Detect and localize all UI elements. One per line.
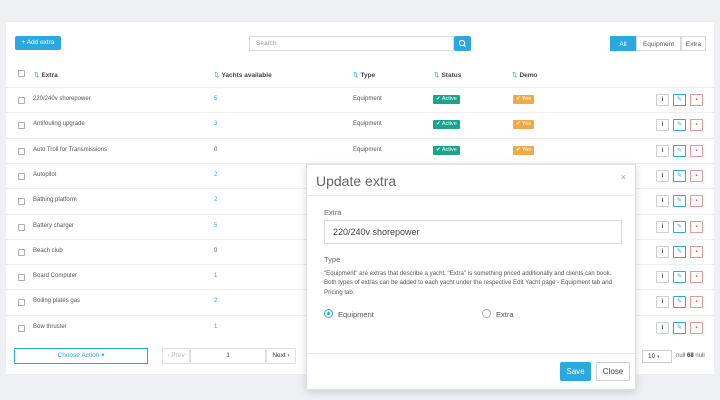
extra-name-field[interactable]: 220/240v shorepower <box>324 220 622 244</box>
modal-footer-divider <box>307 353 635 354</box>
type-radio-extra[interactable] <box>482 309 491 318</box>
type-radio-equipment[interactable] <box>324 309 333 318</box>
close-button[interactable]: Close <box>596 362 630 381</box>
extra-field-label: Extra <box>324 208 342 217</box>
update-extra-modal: Update extra × Extra 220/240v shorepower… <box>306 164 636 390</box>
type-radio-equipment-label[interactable]: Equipment <box>338 310 374 319</box>
modal-title: Update extra <box>316 173 397 189</box>
type-radio-extra-label[interactable]: Extra <box>496 310 514 319</box>
type-description: "Equipment" are extras that describe a y… <box>324 270 613 296</box>
type-label: Type <box>324 255 341 264</box>
close-icon[interactable]: × <box>621 172 626 182</box>
save-button[interactable]: Save <box>560 362 591 381</box>
modal-divider <box>307 195 635 196</box>
